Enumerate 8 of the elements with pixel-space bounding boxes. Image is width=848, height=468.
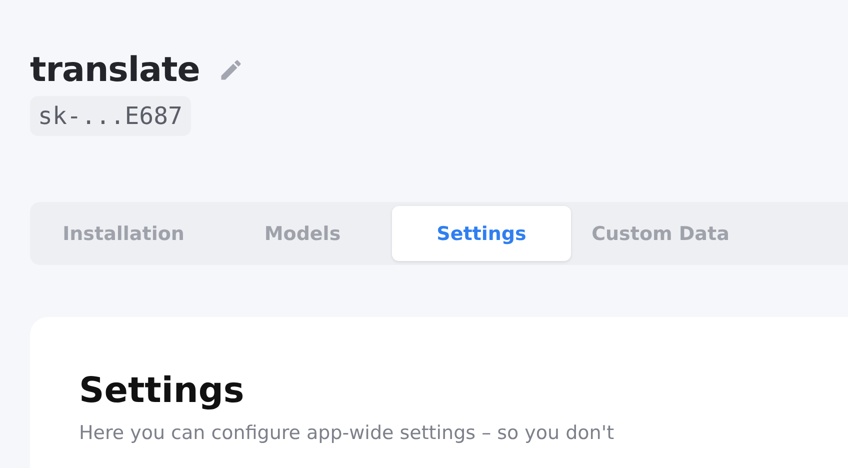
tab[interactable]: Settings (392, 206, 571, 261)
tab[interactable]: Installation (34, 206, 213, 261)
section-heading: Settings (79, 370, 246, 413)
project-title: translate (30, 49, 200, 92)
section-description: Here you can configure app-wide settings – so you don't (79, 421, 614, 445)
tab[interactable]: Models (213, 206, 392, 261)
api-key-badge: sk-...E687 (30, 96, 190, 136)
tab[interactable]: Custom Data (571, 206, 750, 261)
